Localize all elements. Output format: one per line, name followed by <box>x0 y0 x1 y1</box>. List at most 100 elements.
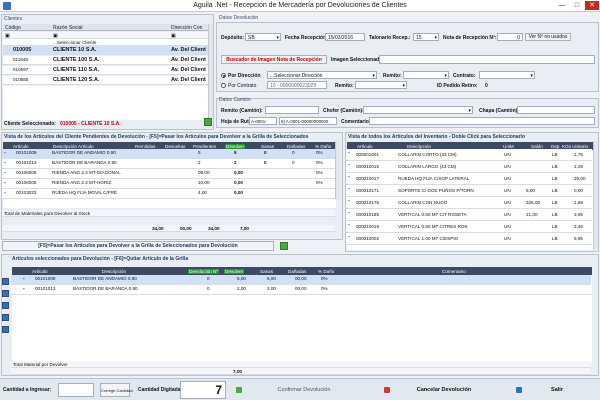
chofer-select[interactable]: ▾ <box>363 106 473 114</box>
inv-cell-desc: COLLARIN CORTO (33 CM) <box>398 152 457 157</box>
chapa-input[interactable] <box>517 106 595 114</box>
pendientes-total-row: Total de Materiales para Devolver al Sto… <box>2 210 335 217</box>
direccion-select[interactable]: ...Seleccionar Dirección ▾ <box>267 71 377 79</box>
col-inv-unim: UniM <box>503 143 514 149</box>
table-row[interactable]: ▪ 00103023 RUEDA HQ FIJA MOVIL C/FRE 4,00 0,… <box>2 189 335 199</box>
table-row[interactable]: ▪ 00106006 RIENDA ANG 2.3 MT-DIAGONAL 08,00… <box>2 169 335 179</box>
digitada-label: Cantidad Digitada: <box>138 387 183 393</box>
table-row[interactable]: 010597 CLIENTE 110 S.A. Av. Del Client <box>3 66 208 75</box>
row-icon: ▪ <box>348 162 350 167</box>
side-nav-button-4[interactable] <box>2 314 9 321</box>
col-inv-articulo: Artículo <box>357 143 373 149</box>
col-descripcion: Descripción Artículo <box>53 143 94 149</box>
inv-cell-art: 000010017 <box>356 176 379 181</box>
sel-cell-desc: BASTIDOR DE ANDAMIO 0.90 <box>73 276 137 281</box>
side-nav-button-3[interactable] <box>2 302 9 309</box>
clients-col-addr: Dirección Con <box>171 25 203 31</box>
clients-placeholder-row[interactable]: ...Seleccionar Cliente <box>3 39 208 46</box>
pasar-articulos-icon[interactable] <box>280 242 288 250</box>
fecha-input[interactable]: 15/03/2016 <box>325 33 365 41</box>
hoja-ruta-input-b[interactable]: 8) A-0001-00000000000 <box>279 117 337 125</box>
cell-art: 00101009 <box>16 150 37 155</box>
cell-art: 00103023 <box>16 190 37 195</box>
clients-filter-row[interactable]: ▣ ▣ ▣ <box>3 32 208 39</box>
pendientes-title: Vista de los Artículos del Cliente Pendi… <box>4 134 309 140</box>
pendientes-scrollbar[interactable] <box>335 141 340 199</box>
close-button[interactable]: ✕ <box>585 1 599 10</box>
remito-select[interactable]: ▾ <box>403 71 449 79</box>
cell-pen: 10,00 <box>198 180 210 185</box>
por-contrato-label: Por Contrato <box>228 83 257 89</box>
maximize-button[interactable]: □ <box>570 1 584 10</box>
side-nav-button-2[interactable] <box>2 290 9 297</box>
inv-cell-art: 000010002 <box>356 236 379 241</box>
table-row[interactable]: 010685 CLIENTE 120 S.A. Av. Del Client <box>3 76 208 85</box>
deposito-select[interactable]: SB ▾ <box>245 33 281 41</box>
table-row[interactable]: ▪ 000001001 COLLARIN CORTO (33 CM) UN LB 1,76 <box>346 149 592 161</box>
remito2-select[interactable]: ▾ <box>355 81 407 89</box>
clients-scrollbar[interactable] <box>208 24 213 120</box>
table-row[interactable]: 010005 CLIENTE 10 S.A. Av. Del Client <box>3 46 208 55</box>
row-icon: ▪ <box>4 190 6 195</box>
hoja-ruta-b-value: 8) A-0001-00000000000 <box>281 119 329 124</box>
talonario-label: Talonario Recep.: <box>369 35 411 41</box>
table-row[interactable]: ▪ 00101009 BASTIDOR DE ANDAMIO 0.90 5 5 0 0 0% <box>2 149 335 159</box>
refresh-client-button[interactable] <box>204 118 212 126</box>
comentario-input[interactable] <box>369 117 595 125</box>
selected-client-label: Cliente Seleccionado: <box>4 121 56 127</box>
hoja-ruta-label: Hoja de Ruta <box>221 119 252 125</box>
id-pedido-value: 0 <box>485 83 488 89</box>
table-row[interactable]: ▪ 000010015 COLLARIN LARGO (43 CM) UN LB 2,29 <box>346 161 592 173</box>
sel-cell-dn: 0 <box>207 276 210 281</box>
imagen-input[interactable] <box>379 55 595 64</box>
table-row[interactable]: ▪ 000010019 VERTICAL 0.50 MT C/TRES ROS UN L… <box>346 221 592 233</box>
side-nav-button-1[interactable] <box>2 278 9 285</box>
inventario-scrollbar[interactable] <box>593 141 598 249</box>
contrato-value-input[interactable]: 10 - 0000000023029 <box>267 81 327 89</box>
table-row[interactable]: ▪ 000010017 RUEDA HQ FIJA C/SOP LATERAL UN L… <box>346 173 592 185</box>
col-sel-pct-dano: % Daño <box>318 268 335 274</box>
inv-cell-kg: 25,00 <box>574 176 586 181</box>
table-row[interactable]: ▪ 000010185 VERTICAL 0.50 MT C/T ROSETA UN 2… <box>346 209 592 221</box>
ver-no-usados-button[interactable]: Ver Nº no usados <box>525 33 571 41</box>
col-sel-articulo: Artículo <box>32 268 48 274</box>
salir-button[interactable]: Salir <box>524 382 590 398</box>
nota-label: Nota de Recepción Nº: <box>443 35 497 41</box>
hoja-ruta-input-a[interactable]: A-0001- <box>249 117 277 125</box>
cell-sanas: 0 <box>264 150 267 155</box>
table-row[interactable]: ▪ 000010171 SOPORTE C/ DOS PUÑOS P/TORN UN 5… <box>346 185 592 197</box>
remito-camion-label: Remito (Camión): <box>221 108 263 114</box>
table-row[interactable]: ▪ 00106005 RIENDA ANG 2.3 MT-HORIZ. 10,00 0,… <box>2 179 335 189</box>
table-row[interactable]: ▪ 00101013 BASTIDOR DE BARANDA 0.90 0 2,00 2,… <box>11 285 591 295</box>
nota-input[interactable]: 0 <box>497 33 523 41</box>
table-row[interactable]: ▪ 00101013 BASTIDOR DE BARANDA 0.90 2 2 0 0 0% <box>2 159 335 169</box>
cell-art: 00101013 <box>16 160 37 165</box>
contrato-select[interactable]: ▾ <box>479 71 535 79</box>
table-row[interactable]: 011648 CLIENTE 100 S.A. Av. Del Client <box>3 56 208 65</box>
cancelar-button[interactable]: Cancelar Devolución <box>392 382 496 398</box>
por-direccion-radio[interactable] <box>221 73 226 78</box>
fecha-value: 15/03/2016 <box>328 35 354 41</box>
buscador-imagen-button[interactable]: Buscador de Imagen Nota de Recepción <box>221 55 327 64</box>
inv-cell-kg: 5,95 <box>574 236 583 241</box>
sel-cell-pct: 0% <box>321 276 328 281</box>
cell-devolver: 5 <box>234 150 237 155</box>
minimize-button[interactable]: — <box>555 1 569 10</box>
side-nav-button-5[interactable] <box>2 326 9 333</box>
corregir-button[interactable]: Corregir Cantidad <box>100 383 133 397</box>
col-devolver: Devolver <box>225 143 246 149</box>
row-icon: ▪ <box>348 222 350 227</box>
pasar-articulos-button[interactable]: [F5]=Pasar los Artículos para Devolver a… <box>2 241 274 251</box>
selected-client-value: 010005 - CLIENTE 10 S.A. <box>60 121 121 127</box>
inv-cell-kg: 0,00 <box>574 188 583 193</box>
remito-camion-input[interactable] <box>265 106 319 114</box>
table-row[interactable]: ▪ 00101009 BASTIDOR DE ANDAMIO 0.90 0 5,00 5,… <box>11 275 591 285</box>
deposito-label: Depósito: <box>221 35 245 41</box>
table-row[interactable]: ▪ 000010175 COLLARIN CON NUDO UN 326,00 LB 1,6… <box>346 197 592 209</box>
client-name: CLIENTE 120 S.A. <box>53 77 100 83</box>
confirmar-button[interactable]: Confirmar Devolución <box>244 382 364 398</box>
por-contrato-radio[interactable] <box>221 83 226 88</box>
table-row[interactable]: ▪ 000010002 VERTICAL 1.00 MT C/ESPIG UN LB 5,… <box>346 233 592 245</box>
cantidad-input[interactable] <box>58 383 94 397</box>
talonario-select[interactable]: 15 ▾ <box>413 33 439 41</box>
